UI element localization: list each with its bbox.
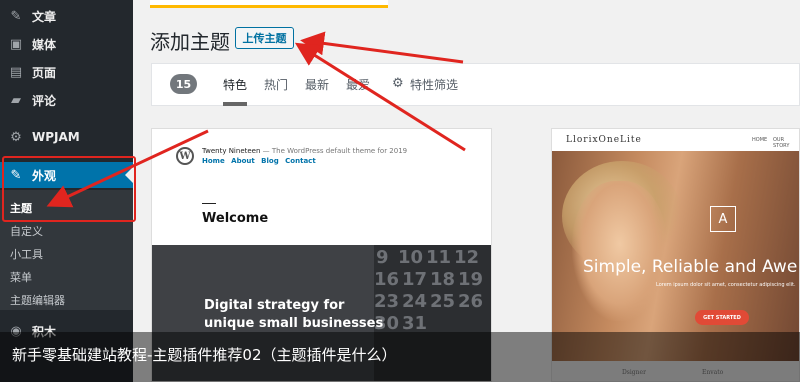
- tab-favorites[interactable]: 最爱: [346, 76, 370, 93]
- wordpress-logo-icon: W: [176, 147, 194, 165]
- calendar-number: 31: [402, 313, 428, 334]
- current-tab-indicator: [223, 102, 247, 106]
- nav-link: About: [231, 157, 255, 165]
- theme-count-badge: 15: [170, 74, 197, 94]
- theme-name: Twenty Nineteen: [202, 147, 261, 155]
- theme2-preview-header: LlorixOneLite HOME OUR STORY: [552, 129, 799, 151]
- submenu-item-customize[interactable]: 自定义: [10, 223, 43, 239]
- nav-link: HOME: [752, 137, 768, 143]
- theme2-logo: LlorixOneLite: [566, 135, 642, 145]
- sidebar-item-comments[interactable]: ▰ 评论: [0, 87, 133, 113]
- sidebar-item-label: 评论: [32, 93, 57, 108]
- upload-theme-button[interactable]: 上传主题: [235, 27, 294, 49]
- theme-filter-bar: 15 特色 热门 最新 最爱 ⚙ 特性筛选: [151, 63, 800, 106]
- calendar-number: 11: [426, 247, 452, 268]
- sidebar-item-posts[interactable]: ✎ 文章: [0, 3, 133, 29]
- annotation-highlight-box: [2, 156, 136, 222]
- calendar-number: 10: [398, 247, 424, 268]
- gear-icon: ⚙: [10, 129, 22, 145]
- theme2-cta-button: GET STARTED: [695, 310, 749, 325]
- calendar-number: 24: [402, 291, 428, 312]
- calendar-number: 12: [454, 247, 480, 268]
- theme2-subtext: Lorem ipsum dolor sit amet, consectetur …: [656, 282, 796, 288]
- sidebar-item-pages[interactable]: ▤ 页面: [0, 59, 133, 85]
- sidebar-item-media[interactable]: ▣ 媒体: [0, 31, 133, 57]
- theme-preview-hero-text: Digital strategy for unique small busine…: [204, 297, 383, 333]
- feature-filter-button[interactable]: 特性筛选: [410, 76, 458, 93]
- tab-popular[interactable]: 热门: [264, 76, 288, 93]
- heading-rule: [202, 203, 216, 204]
- submenu-item-theme-editor[interactable]: 主题编辑器: [10, 292, 65, 308]
- calendar-number: 25: [430, 291, 456, 312]
- calendar-number: 16: [374, 269, 400, 290]
- caption-text: 新手零基础建站教程-主题插件推荐02（主题插件是什么）: [12, 346, 397, 364]
- theme-site-title: Twenty Nineteen — The WordPress default …: [202, 147, 407, 155]
- sidebar-item-label: 文章: [32, 9, 57, 24]
- calendar-number: 19: [458, 269, 484, 290]
- nav-link: Home: [202, 157, 225, 165]
- theme-preview-nav: Home About Blog Contact: [202, 157, 320, 165]
- calendar-number: 26: [458, 291, 484, 312]
- calendar-number: 18: [430, 269, 456, 290]
- page-title: 添加主题: [150, 30, 230, 54]
- submenu-item-menus[interactable]: 菜单: [10, 269, 32, 285]
- theme2-headline: Simple, Reliable and Awe: [583, 257, 798, 277]
- sidebar-item-label: WPJAM: [32, 130, 80, 144]
- annotation-arrow: [300, 31, 464, 64]
- submenu-item-widgets[interactable]: 小工具: [10, 246, 43, 262]
- hero-line: Digital strategy for: [204, 298, 345, 313]
- comment-icon: ▰: [11, 92, 21, 108]
- theme2-emblem-icon: A: [710, 206, 736, 232]
- nav-link: Blog: [261, 157, 279, 165]
- media-icon: ▣: [9, 36, 23, 52]
- pushpin-icon: ✎: [10, 8, 22, 24]
- theme-preview-heading: Welcome: [202, 211, 269, 226]
- sidebar-item-label: 页面: [32, 65, 57, 80]
- sidebar-item-wpjam[interactable]: ⚙ WPJAM: [0, 124, 133, 150]
- page-icon: ▤: [9, 64, 23, 80]
- tab-featured[interactable]: 特色: [223, 76, 247, 93]
- sidebar-item-label: 媒体: [32, 37, 57, 52]
- theme-tagline: — The WordPress default theme for 2019: [262, 147, 408, 155]
- calendar-number: 9: [376, 247, 389, 268]
- admin-notice: [150, 0, 388, 8]
- nav-link: Contact: [285, 157, 316, 165]
- tab-latest[interactable]: 最新: [305, 76, 329, 93]
- gear-icon[interactable]: ⚙: [392, 76, 404, 91]
- hero-line: unique small businesses: [204, 316, 384, 331]
- nav-link: OUR STORY: [773, 137, 790, 149]
- hero-photo-face: [572, 181, 667, 321]
- calendar-number: 17: [402, 269, 428, 290]
